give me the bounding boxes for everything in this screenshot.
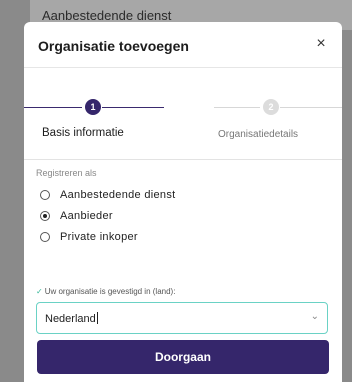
- stepper-line: [24, 107, 82, 108]
- radio-button[interactable]: [40, 190, 50, 200]
- chevron-down-icon[interactable]: ⌄: [311, 311, 319, 322]
- radio-label: Aanbieder: [60, 210, 113, 222]
- backdrop-text: Aanbestedende dienst: [42, 8, 172, 23]
- register-as-label: Registreren als: [36, 168, 97, 178]
- modal-header: Organisatie toevoegen ×: [24, 22, 342, 68]
- step-1-label: Basis informatie: [42, 127, 124, 139]
- stepper-line: [102, 107, 164, 108]
- radio-option-aanbestedende-dienst[interactable]: Aanbestedende dienst: [40, 187, 175, 203]
- stepper: 1 2 Basis informatie Organisatiedetails: [24, 90, 342, 160]
- radio-option-private-inkoper[interactable]: Private inkoper: [40, 229, 138, 245]
- country-select[interactable]: Nederland ⌄: [36, 302, 328, 334]
- country-label-text: Uw organisatie is gevestigd in (land):: [44, 287, 176, 296]
- text-cursor: [96, 312, 98, 324]
- radio-button[interactable]: [40, 232, 50, 242]
- divider: [24, 159, 342, 160]
- continue-button[interactable]: Doorgaan: [37, 340, 329, 374]
- modal-title: Organisatie toevoegen: [38, 38, 189, 54]
- radio-label: Private inkoper: [60, 231, 138, 243]
- country-label: ✓ Uw organisatie is gevestigd in (land):: [36, 287, 175, 296]
- country-select-value: Nederland: [45, 312, 98, 325]
- add-organization-modal: Organisatie toevoegen × 1 2 Basis inform…: [24, 22, 342, 382]
- stepper-line: [280, 107, 342, 108]
- step-2-label: Organisatiedetails: [218, 129, 299, 140]
- step-2-indicator: 2: [263, 99, 279, 115]
- check-icon: ✓: [36, 287, 43, 296]
- close-icon[interactable]: ×: [312, 35, 330, 53]
- radio-button-checked[interactable]: [40, 211, 50, 221]
- step-1-indicator: 1: [85, 99, 101, 115]
- stepper-line: [214, 107, 260, 108]
- radio-label: Aanbestedende dienst: [60, 189, 176, 201]
- country-value-text: Nederland: [45, 313, 96, 325]
- radio-option-aanbieder[interactable]: Aanbieder: [40, 208, 113, 224]
